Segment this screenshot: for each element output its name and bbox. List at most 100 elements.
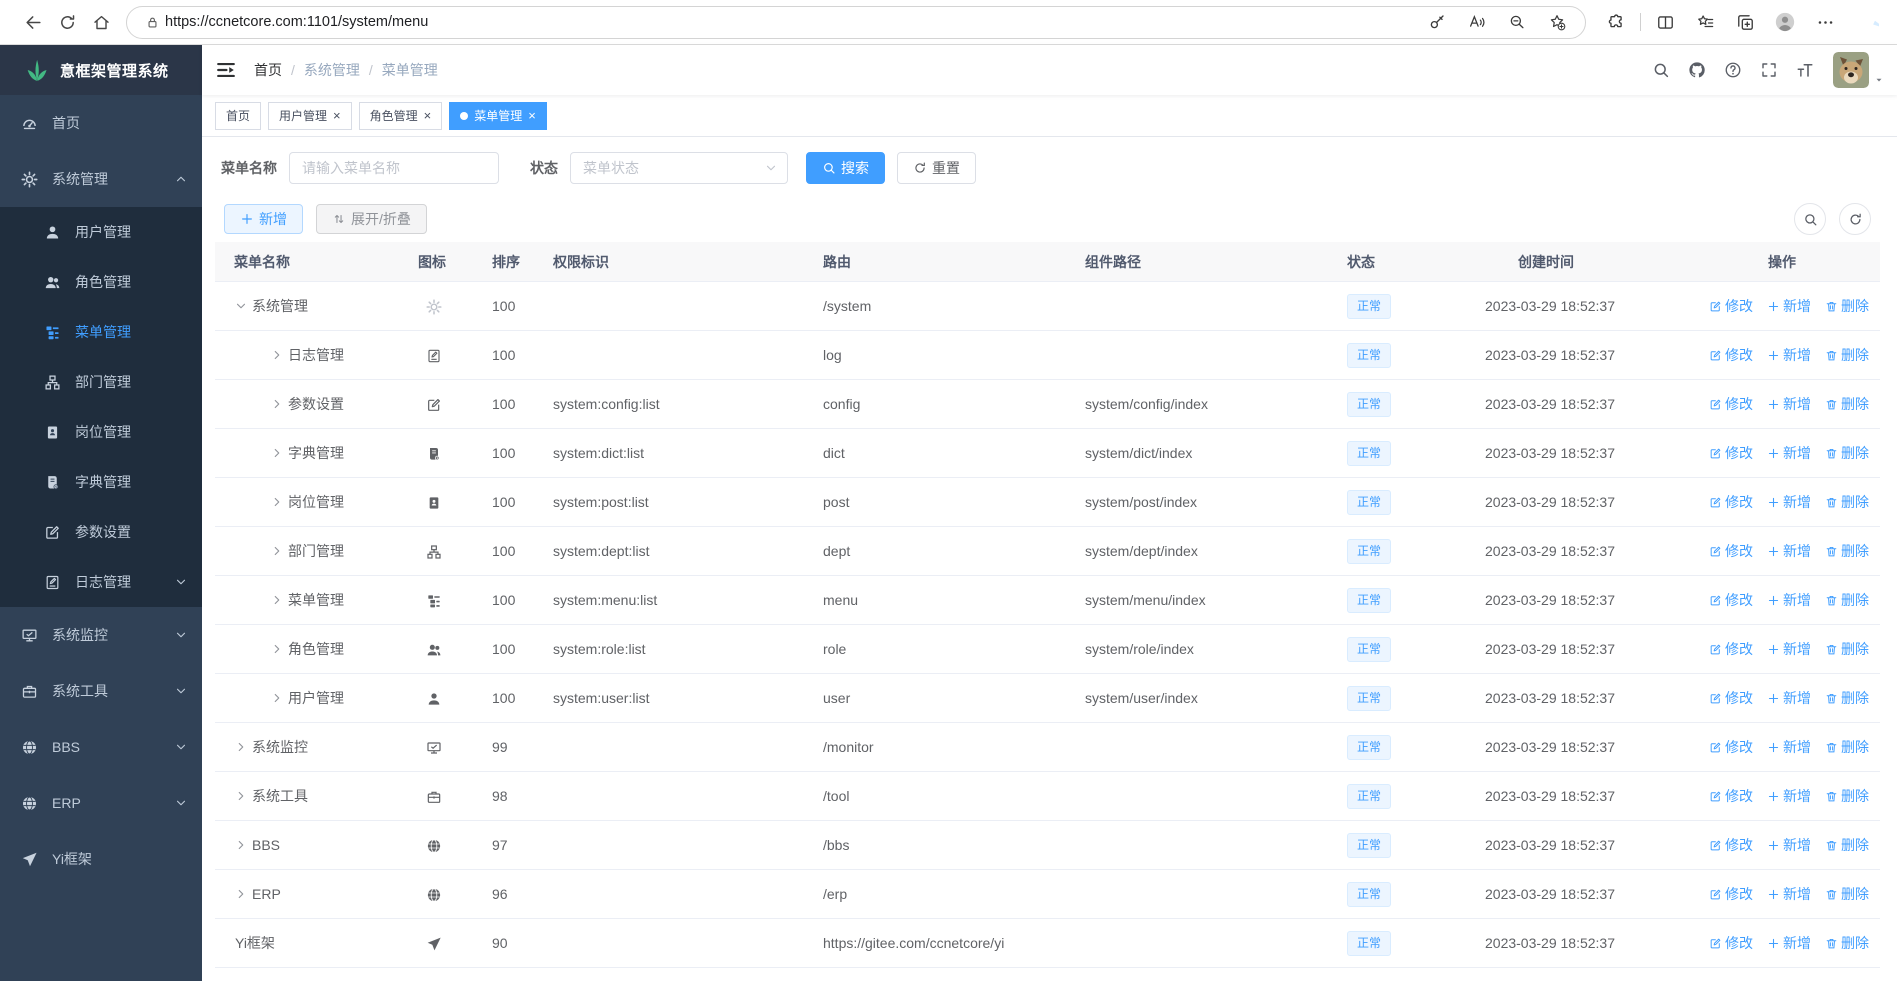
tag-角色管理[interactable]: 角色管理 × — [358, 101, 443, 130]
hamburger-icon[interactable] — [215, 59, 237, 81]
action-delete[interactable]: 删除 — [1825, 688, 1869, 708]
expand-row-icon[interactable] — [235, 839, 247, 851]
expand-row-icon[interactable] — [235, 741, 247, 753]
copilot-icon[interactable] — [1853, 5, 1893, 39]
key-icon[interactable] — [1417, 7, 1457, 37]
expand-row-icon[interactable] — [271, 349, 283, 361]
action-edit[interactable]: 修改 — [1709, 443, 1753, 463]
sidebar-item-用户管理[interactable]: 用户管理 — [0, 207, 202, 257]
tag-用户管理[interactable]: 用户管理 × — [268, 101, 352, 130]
action-delete[interactable]: 删除 — [1825, 541, 1869, 561]
action-edit[interactable]: 修改 — [1709, 345, 1753, 365]
action-delete[interactable]: 删除 — [1825, 492, 1869, 512]
search-icon[interactable] — [1643, 52, 1679, 88]
sidebar-item-Yi框架[interactable]: Yi框架 — [0, 831, 202, 887]
favorites-icon[interactable] — [1685, 5, 1725, 39]
add-button[interactable]: 新增 — [224, 204, 303, 234]
sidebar-item-菜单管理[interactable]: 菜单管理 — [0, 307, 202, 357]
action-add[interactable]: 新增 — [1767, 541, 1811, 561]
action-add[interactable]: 新增 — [1767, 688, 1811, 708]
action-edit[interactable]: 修改 — [1709, 394, 1753, 414]
reload-icon[interactable] — [50, 5, 84, 39]
action-edit[interactable]: 修改 — [1709, 296, 1753, 316]
action-add[interactable]: 新增 — [1767, 933, 1811, 953]
expand-row-icon[interactable] — [271, 496, 283, 508]
action-add[interactable]: 新增 — [1767, 394, 1811, 414]
sidebar-item-部门管理[interactable]: 部门管理 — [0, 357, 202, 407]
action-add[interactable]: 新增 — [1767, 737, 1811, 757]
action-delete[interactable]: 删除 — [1825, 884, 1869, 904]
action-edit[interactable]: 修改 — [1709, 590, 1753, 610]
favorite-star-icon[interactable] — [1537, 7, 1577, 37]
font-size-icon[interactable] — [1787, 52, 1823, 88]
action-delete[interactable]: 删除 — [1825, 590, 1869, 610]
action-add[interactable]: 新增 — [1767, 590, 1811, 610]
sidebar-item-BBS[interactable]: BBS — [0, 719, 202, 775]
action-add[interactable]: 新增 — [1767, 296, 1811, 316]
github-icon[interactable] — [1679, 52, 1715, 88]
sidebar-item-系统监控[interactable]: 系统监控 — [0, 607, 202, 663]
action-add[interactable]: 新增 — [1767, 443, 1811, 463]
action-edit[interactable]: 修改 — [1709, 835, 1753, 855]
collapse-row-icon[interactable] — [235, 300, 247, 312]
action-delete[interactable]: 删除 — [1825, 296, 1869, 316]
sidebar-item-参数设置[interactable]: 参数设置 — [0, 507, 202, 557]
extensions-icon[interactable] — [1596, 5, 1636, 39]
sidebar-item-系统管理[interactable]: 系统管理 — [0, 151, 202, 207]
close-icon[interactable]: × — [333, 109, 341, 122]
action-delete[interactable]: 删除 — [1825, 786, 1869, 806]
refresh-table-button[interactable] — [1839, 203, 1871, 235]
action-add[interactable]: 新增 — [1767, 786, 1811, 806]
menu-name-input[interactable] — [289, 152, 499, 184]
read-aloud-icon[interactable] — [1457, 7, 1497, 37]
expand-row-icon[interactable] — [271, 692, 283, 704]
action-edit[interactable]: 修改 — [1709, 639, 1753, 659]
tag-首页[interactable]: 首页 — [215, 101, 262, 130]
expand-row-icon[interactable] — [235, 888, 247, 900]
reset-button[interactable]: 重置 — [897, 152, 976, 184]
expand-row-icon[interactable] — [235, 790, 247, 802]
action-delete[interactable]: 删除 — [1825, 345, 1869, 365]
split-screen-icon[interactable] — [1645, 5, 1685, 39]
action-edit[interactable]: 修改 — [1709, 933, 1753, 953]
expand-row-icon[interactable] — [271, 545, 283, 557]
expand-row-icon[interactable] — [271, 447, 283, 459]
sidebar-item-字典管理[interactable]: 字典管理 — [0, 457, 202, 507]
tag-菜单管理[interactable]: 菜单管理 × — [449, 101, 547, 130]
back-icon[interactable] — [16, 5, 50, 39]
action-add[interactable]: 新增 — [1767, 884, 1811, 904]
action-delete[interactable]: 删除 — [1825, 835, 1869, 855]
action-edit[interactable]: 修改 — [1709, 737, 1753, 757]
action-edit[interactable]: 修改 — [1709, 541, 1753, 561]
action-edit[interactable]: 修改 — [1709, 688, 1753, 708]
url-bar[interactable]: https://ccnetcore.com:1101/system/menu — [126, 5, 1586, 39]
sidebar-item-系统工具[interactable]: 系统工具 — [0, 663, 202, 719]
home-icon[interactable] — [84, 5, 118, 39]
close-icon[interactable]: × — [424, 109, 432, 122]
fullscreen-icon[interactable] — [1751, 52, 1787, 88]
breadcrumb-item[interactable]: 首页 — [254, 60, 282, 80]
action-delete[interactable]: 删除 — [1825, 639, 1869, 659]
action-edit[interactable]: 修改 — [1709, 884, 1753, 904]
action-add[interactable]: 新增 — [1767, 639, 1811, 659]
expand-row-icon[interactable] — [271, 398, 283, 410]
sidebar-item-日志管理[interactable]: 日志管理 — [0, 557, 202, 607]
lock-icon[interactable] — [139, 5, 165, 39]
collections-icon[interactable] — [1725, 5, 1765, 39]
more-icon[interactable] — [1805, 5, 1845, 39]
url-text[interactable]: https://ccnetcore.com:1101/system/menu — [165, 14, 1417, 30]
show-search-button[interactable] — [1794, 203, 1826, 235]
action-edit[interactable]: 修改 — [1709, 786, 1753, 806]
status-select[interactable]: 菜单状态 — [570, 152, 788, 184]
breadcrumb-item[interactable]: 系统管理 — [304, 60, 360, 80]
action-delete[interactable]: 删除 — [1825, 443, 1869, 463]
search-button[interactable]: 搜索 — [806, 152, 885, 184]
action-delete[interactable]: 删除 — [1825, 737, 1869, 757]
action-add[interactable]: 新增 — [1767, 345, 1811, 365]
action-delete[interactable]: 删除 — [1825, 933, 1869, 953]
zoom-out-icon[interactable] — [1497, 7, 1537, 37]
expand-collapse-button[interactable]: 展开/折叠 — [316, 204, 427, 234]
sidebar-item-ERP[interactable]: ERP — [0, 775, 202, 831]
action-edit[interactable]: 修改 — [1709, 492, 1753, 512]
close-icon[interactable]: × — [528, 109, 536, 122]
